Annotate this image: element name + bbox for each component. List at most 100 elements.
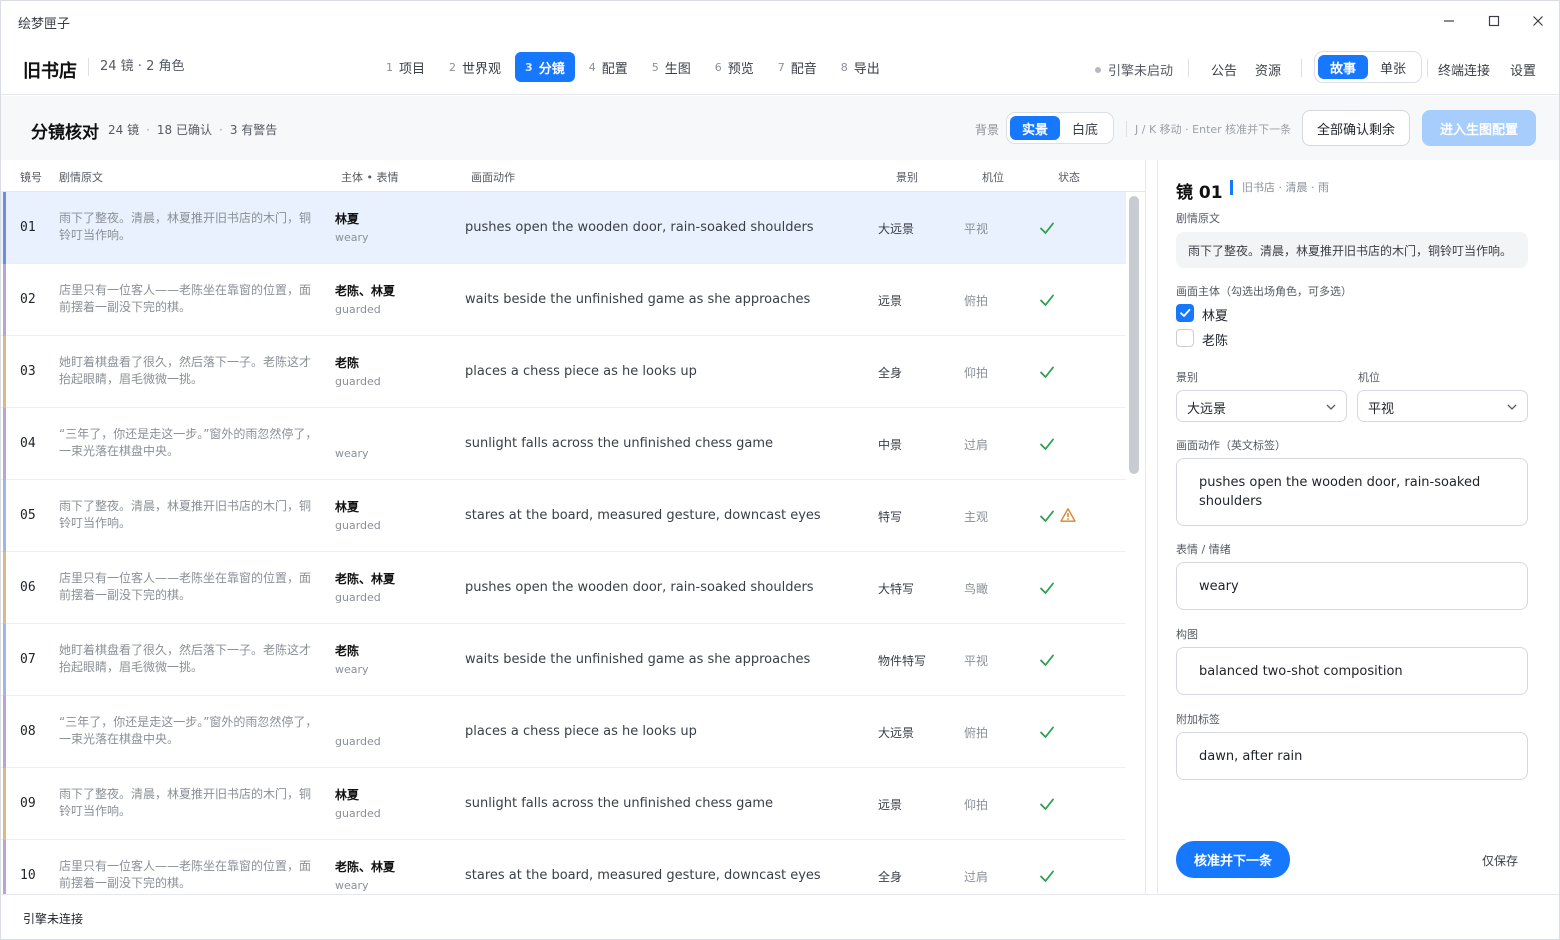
camera-angle: 平视	[964, 222, 989, 236]
maximize-button[interactable]	[1482, 9, 1506, 33]
character-name[interactable]: 林夏	[1202, 305, 1228, 324]
character-name[interactable]: 老陈	[1202, 330, 1228, 349]
step-tab[interactable]: 2 世界观	[439, 52, 511, 82]
character-checkbox[interactable]	[1176, 304, 1194, 322]
table-row[interactable]: 02 店里只有一位客人——老陈坐在靠窗的位置，面前摆着一副没下完的棋。 老陈、林夏 g…	[1, 264, 1126, 336]
app-header: 旧书店 24 镜 · 2 角色 1 项目 2 世界观 3 分镜 4 配置 5 生图 6 预览 7 配音 8 导…	[1, 41, 1559, 95]
step-tab[interactable]: 5 生图	[642, 52, 701, 82]
background-option[interactable]: 实景	[1010, 116, 1061, 140]
step-tab[interactable]: 8 导出	[831, 52, 890, 82]
shot-size-label: 景别	[1176, 371, 1198, 384]
shot-number: 03	[20, 364, 36, 379]
check-icon	[1039, 508, 1055, 524]
minimize-icon	[1444, 20, 1454, 22]
table-row[interactable]: 03 她盯着棋盘看了很久，然后落下一子。老陈这才抬起眼睛，眉毛微微一挑。 老陈 gua…	[1, 336, 1126, 408]
camera-angle: 平视	[964, 654, 989, 668]
emotion-input[interactable]: weary	[1176, 562, 1528, 610]
check-icon	[1180, 308, 1191, 317]
maximize-icon	[1488, 15, 1500, 27]
action-text: places a chess piece as he looks up	[465, 364, 697, 379]
shot-size: 全身	[878, 366, 903, 380]
step-label: 配音	[790, 61, 817, 77]
row-color-bar	[3, 768, 6, 840]
mode-option[interactable]: 故事	[1318, 55, 1369, 79]
resources-link[interactable]: 资源	[1255, 60, 1281, 79]
shot-number: 01	[20, 220, 36, 235]
expression-tag: weary	[335, 447, 369, 460]
confirm-all-button[interactable]: 全部确认剩余	[1302, 110, 1410, 146]
step-tab[interactable]: 7 配音	[768, 52, 827, 82]
character-checkbox[interactable]	[1176, 329, 1194, 347]
background-option[interactable]: 白底	[1060, 116, 1110, 140]
action-text: sunlight falls across the unfinished che…	[465, 796, 773, 811]
step-tab[interactable]: 1 项目	[376, 52, 435, 82]
shot-size: 大特写	[878, 582, 915, 596]
chevron-down-icon	[1326, 404, 1336, 410]
shot-size-select[interactable]: 大远景	[1176, 390, 1347, 422]
stats-item: 18 已确认	[156, 123, 213, 137]
app-window: 绘梦匣子 旧书店 24 镜 · 2 角色 1 项目 2 世界观 3 分镜 4 配置 5 生图 6 预览…	[0, 0, 1560, 940]
terminal-link[interactable]: 终端连接	[1438, 60, 1490, 79]
table-row[interactable]: 01 雨下了整夜。清晨，林夏推开旧书店的木门，铜铃叮当作响。 林夏 weary push…	[1, 192, 1126, 264]
tags-input[interactable]: dawn, after rain	[1176, 732, 1528, 780]
composition-input[interactable]: balanced two-shot composition	[1176, 647, 1528, 695]
camera-angle-label: 机位	[1358, 371, 1380, 384]
table-row[interactable]: 09 雨下了整夜。清晨，林夏推开旧书店的木门，铜铃叮当作响。 林夏 guarded su…	[1, 768, 1126, 840]
action-textarea[interactable]: pushes open the wooden door, rain-soaked…	[1176, 458, 1528, 526]
emotion-value: weary	[1199, 578, 1239, 594]
row-color-bar	[3, 624, 6, 696]
action-text: places a chess piece as he looks up	[465, 724, 697, 739]
table-row[interactable]: 06 店里只有一位客人——老陈坐在靠窗的位置，面前摆着一副没下完的棋。 老陈、林夏 g…	[1, 552, 1126, 624]
mode-option[interactable]: 单张	[1368, 55, 1418, 79]
mode-toggle: 故事 单张	[1314, 51, 1423, 83]
chevron-down-icon	[1507, 404, 1517, 410]
page-title: 分镜核对	[31, 123, 99, 143]
workflow-steps: 1 项目 2 世界观 3 分镜 4 配置 5 生图 6 预览 7 配音 8 导出	[376, 52, 890, 82]
camera-angle-select[interactable]: 平视	[1357, 390, 1528, 422]
action-text: sunlight falls across the unfinished che…	[465, 436, 773, 451]
table-row[interactable]: 05 雨下了整夜。清晨，林夏推开旧书店的木门，铜铃叮当作响。 林夏 guarded st…	[1, 480, 1126, 552]
camera-angle: 过肩	[964, 438, 989, 452]
announcement-link[interactable]: 公告	[1211, 60, 1237, 79]
tags-label: 附加标签	[1176, 713, 1220, 726]
close-button[interactable]	[1526, 9, 1550, 33]
approve-next-button[interactable]: 核准并下一条	[1176, 841, 1290, 878]
shot-size: 大远景	[878, 222, 915, 236]
table-header: 镜号 剧情原文 主体 • 表情 画面动作 景别 机位 状态	[1, 160, 1145, 192]
next-stage-button[interactable]: 进入生图配置	[1422, 110, 1536, 146]
column-header-num: 镜号	[20, 171, 42, 184]
shot-number: 05	[20, 508, 36, 523]
table-row[interactable]: 07 她盯着棋盘看了很久，然后落下一子。老陈这才抬起眼睛，眉毛微微一挑。 老陈 wea…	[1, 624, 1126, 696]
step-label: 导出	[853, 61, 880, 77]
minimize-button[interactable]	[1437, 9, 1461, 33]
table-row[interactable]: 10 店里只有一位客人——老陈坐在靠窗的位置，面前摆着一副没下完的棋。 老陈、林夏 w…	[1, 840, 1126, 894]
shot-size-value: 大远景	[1187, 402, 1227, 417]
shot-detail-panel: 镜 01 旧书店 · 清晨 · 雨 剧情原文 雨下了整夜。清晨，林夏推开旧书店的…	[1157, 160, 1559, 894]
step-label: 配置	[601, 61, 628, 77]
composition-label: 构图	[1176, 628, 1198, 641]
expression-tag: guarded	[335, 519, 381, 532]
engine-status-label: 引擎未启动	[1108, 64, 1174, 79]
column-header-action: 画面动作	[471, 171, 515, 184]
subject-names: 林夏	[335, 500, 360, 514]
scrollbar-thumb[interactable]	[1129, 196, 1139, 474]
step-tab[interactable]: 4 配置	[579, 52, 638, 82]
step-number: 2	[449, 60, 457, 74]
save-only-button[interactable]: 仅保存	[1482, 852, 1518, 869]
project-name: 旧书店	[23, 61, 77, 82]
table-row[interactable]: 04 “三年了，你还是走这一步。”窗外的雨忽然停了，一束光落在棋盘中央。 weary…	[1, 408, 1126, 480]
tags-value: dawn, after rain	[1199, 748, 1303, 764]
story-excerpt: 店里只有一位客人——老陈坐在靠窗的位置，面前摆着一副没下完的棋。	[59, 283, 312, 314]
action-text: stares at the board, measured gesture, d…	[465, 868, 821, 883]
subject-names: 老陈	[335, 644, 360, 658]
story-text: 雨下了整夜。清晨，林夏推开旧书店的木门，铜铃叮当作响。	[1176, 232, 1528, 268]
step-label: 生图	[664, 61, 691, 77]
row-color-bar	[3, 552, 6, 624]
settings-link[interactable]: 设置	[1510, 60, 1536, 79]
table-row[interactable]: 08 “三年了，你还是走这一步。”窗外的雨忽然停了，一束光落在棋盘中央。 guard…	[1, 696, 1126, 768]
storyboard-stats: 24 镜 · 18 已确认 · 3 有警告	[108, 121, 277, 138]
step-label: 项目	[399, 61, 426, 77]
step-tab[interactable]: 3 分镜	[515, 52, 575, 82]
camera-angle: 俯拍	[964, 726, 989, 740]
step-tab[interactable]: 6 预览	[705, 52, 764, 82]
